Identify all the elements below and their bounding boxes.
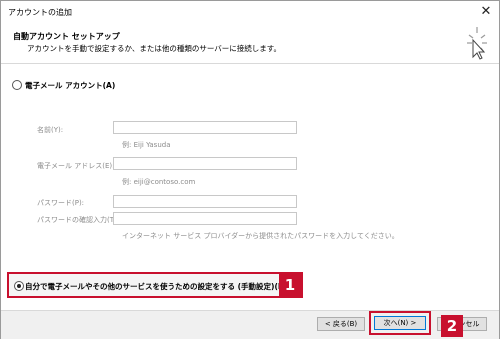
manual-setup-label[interactable]: 自分で電子メールやその他のサービスを使うための設定をする (手動設定)(M) <box>25 281 289 292</box>
callout-badge-1: 1 <box>279 274 301 296</box>
close-icon[interactable]: ✕ <box>479 5 493 19</box>
window-title: アカウントの追加 <box>8 8 72 17</box>
password-confirm-input[interactable] <box>113 212 297 225</box>
next-button[interactable]: 次へ(N) > <box>374 316 426 330</box>
header-title: 自動アカウント セットアップ <box>13 32 120 41</box>
back-button[interactable]: < 戻る(B) <box>317 317 365 331</box>
email-input[interactable] <box>113 157 297 170</box>
password-confirm-label: パスワードの確認入力(T): <box>37 216 120 224</box>
title-bar: アカウントの追加 ✕ <box>1 1 499 23</box>
email-account-label[interactable]: 電子メール アカウント(A) <box>25 80 115 91</box>
add-account-dialog: アカウントの追加 ✕ 自動アカウント セットアップ アカウントを手動で設定するか… <box>0 0 500 339</box>
name-input[interactable] <box>113 121 297 134</box>
email-label: 電子メール アドレス(E): <box>37 162 115 170</box>
manual-setup-radio[interactable] <box>14 281 24 291</box>
password-input[interactable] <box>113 195 297 208</box>
name-hint: 例: Eiji Yasuda <box>122 141 171 149</box>
auto-setup-wand-icon <box>467 27 487 60</box>
manual-setup-highlight: 自分で電子メールやその他のサービスを使うための設定をする (手動設定)(M) <box>7 272 303 298</box>
header-subtitle: アカウントを手動で設定するか、または他の種類のサーバーに接続します。 <box>27 44 282 53</box>
password-hint: インターネット サービス プロバイダーから提供されたパスワードを入力してください… <box>122 232 399 240</box>
email-hint: 例: eiji@contoso.com <box>122 178 196 186</box>
wizard-header: 自動アカウント セットアップ アカウントを手動で設定するか、または他の種類のサー… <box>1 23 499 64</box>
callout-badge-2: 2 <box>441 315 463 337</box>
name-label: 名前(Y): <box>37 126 64 134</box>
password-label: パスワード(P): <box>37 199 85 207</box>
email-account-radio[interactable] <box>12 80 22 90</box>
